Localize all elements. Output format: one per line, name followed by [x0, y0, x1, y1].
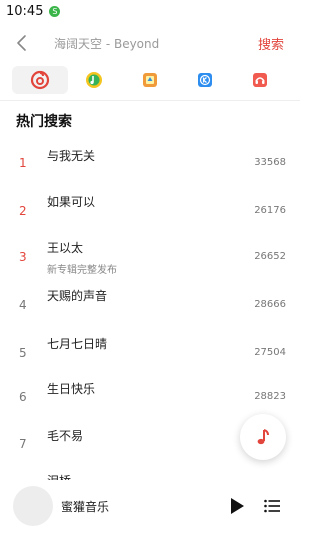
- now-playing-fab[interactable]: [240, 414, 286, 460]
- kuwo-music-icon: [253, 73, 267, 87]
- hot-search-item[interactable]: 5 七月七日晴 27504: [0, 335, 300, 385]
- music-source-tabs: [0, 64, 300, 98]
- search-header: 搜索: [0, 26, 300, 62]
- search-input[interactable]: [50, 32, 238, 56]
- hot-search-item[interactable]: 3 王以太 新专辑完整发布 26652: [0, 235, 300, 285]
- hot-search-rank: 1: [19, 156, 27, 170]
- hot-search-title-text: 七月七日晴: [47, 337, 108, 351]
- back-button[interactable]: [10, 32, 32, 54]
- hot-search-count: 33568: [254, 157, 286, 168]
- hot-search-item[interactable]: 4 天赐的声音 28666: [0, 285, 300, 335]
- hot-search-title-text: 泪桥: [47, 472, 71, 480]
- chevron-left-icon: [17, 35, 26, 51]
- hot-search-title-text: 如果可以: [47, 195, 96, 209]
- hot-search-title-text: 天赐的声音: [47, 289, 108, 303]
- hot-search-item[interactable]: 8 泪桥: [0, 470, 300, 480]
- qq-music-icon: [86, 72, 102, 88]
- mini-player[interactable]: 蜜獾音乐: [0, 480, 300, 533]
- divider: [0, 100, 300, 101]
- hot-search-count: 27504: [254, 347, 286, 358]
- search-button[interactable]: 搜索: [258, 34, 284, 53]
- album-cover: [13, 486, 53, 526]
- player-title: 蜜獾音乐: [61, 500, 110, 514]
- notification-icon: S: [49, 5, 61, 17]
- hot-search-title-text: 毛不易: [47, 429, 84, 443]
- netease-music-icon: [30, 70, 50, 90]
- hot-search-rank: 3: [19, 250, 27, 264]
- hot-search-count: 26176: [254, 205, 286, 216]
- source-tab-netease[interactable]: [12, 66, 68, 94]
- source-tab-qq[interactable]: [66, 66, 122, 94]
- playlist-icon[interactable]: [263, 497, 281, 515]
- source-tab-kugou[interactable]: [177, 66, 233, 94]
- kugou-music-icon: [198, 73, 212, 87]
- source-tab-migu[interactable]: [122, 66, 178, 94]
- migu-music-icon: [143, 73, 157, 87]
- hot-search-item[interactable]: 2 如果可以 26176: [0, 185, 300, 235]
- hot-search-title-text: 与我无关: [47, 149, 96, 163]
- hot-search-rank: 6: [19, 390, 27, 404]
- source-tab-kuwo[interactable]: [232, 66, 288, 94]
- hot-search-rank: 2: [19, 204, 27, 218]
- hot-search-subtitle: 新专辑完整发布: [47, 265, 117, 276]
- music-note-icon: [257, 429, 269, 445]
- hot-search-rank: 5: [19, 346, 27, 360]
- hot-search-count: 26652: [254, 251, 286, 262]
- status-time: 10:45: [6, 3, 44, 19]
- hot-search-title-text: 王以太: [47, 241, 84, 255]
- hot-search-title: 热门搜索: [16, 114, 72, 130]
- hot-search-rank: 4: [19, 298, 27, 312]
- hot-search-count: 28666: [254, 299, 286, 310]
- hot-search-count: 28823: [254, 391, 286, 402]
- hot-search-item[interactable]: 1 与我无关 33568: [0, 135, 300, 185]
- play-icon[interactable]: [228, 496, 246, 516]
- status-bar: 10:45 S: [0, 0, 300, 22]
- hot-search-rank: 7: [19, 437, 27, 451]
- hot-search-title-text: 生日快乐: [47, 382, 96, 396]
